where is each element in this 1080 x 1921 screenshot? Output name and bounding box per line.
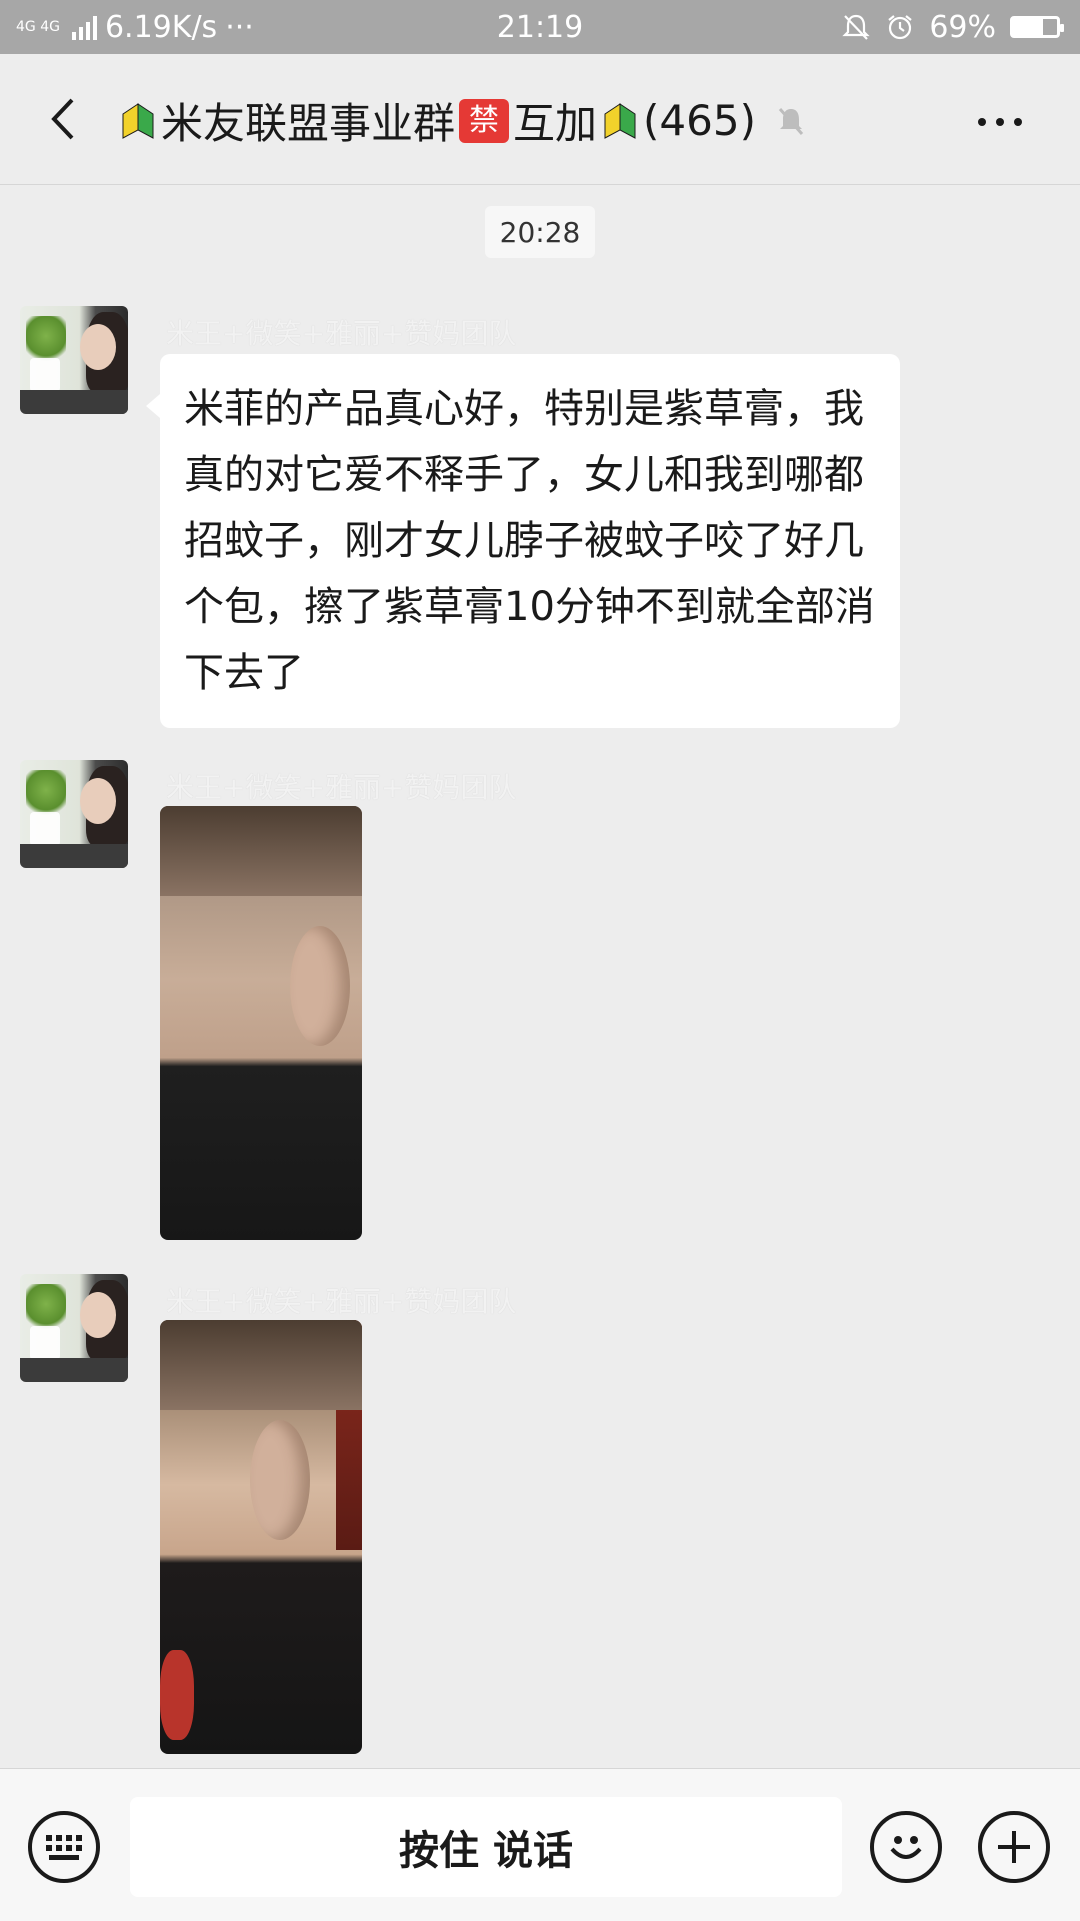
chat-header: 米友联盟事业群 禁 互加 (465) — [0, 54, 1080, 185]
more-button[interactable] — [960, 102, 1040, 142]
hold-to-talk-button[interactable]: 按住 说话 — [130, 1797, 842, 1897]
more-icon — [978, 118, 986, 126]
mute-icon — [774, 104, 808, 138]
battery-icon — [1010, 16, 1064, 38]
keyboard-icon — [46, 1834, 82, 1860]
sender-name: 米王+微笑+雅丽+赞妈团队 — [166, 317, 517, 350]
sender-name: 米王+微笑+雅丽+赞妈团队 — [166, 771, 517, 804]
avatar[interactable] — [20, 1274, 128, 1382]
status-left: 4G 4G 6.19K/s ··· — [16, 10, 254, 45]
emoji-icon — [890, 1836, 922, 1859]
beginner-badge-icon — [121, 100, 155, 142]
status-bar: 4G 4G 6.19K/s ··· 21:19 69% — [0, 0, 1080, 54]
avatar[interactable] — [20, 760, 128, 868]
battery-level — [1013, 19, 1044, 35]
back-button[interactable] — [28, 84, 98, 154]
status-right: 69% — [841, 9, 1064, 45]
alarm-icon — [888, 15, 912, 40]
member-count: (465) — [643, 96, 756, 145]
input-bar: 按住 说话 — [0, 1768, 1080, 1921]
plus-icon — [998, 1831, 1030, 1863]
avatar[interactable] — [20, 306, 128, 414]
network-type: 4G 4G — [16, 19, 60, 35]
group-name: 米友联盟事业群 — [161, 99, 456, 148]
mute-bell-icon — [842, 14, 870, 40]
back-icon — [51, 98, 74, 140]
beginner-badge-icon — [603, 100, 637, 142]
status-dots: ··· — [225, 9, 254, 45]
emoji-button[interactable] — [870, 1811, 942, 1883]
signal-icon — [71, 14, 97, 40]
keyboard-button[interactable] — [28, 1811, 100, 1883]
chat-timestamp: 20:28 — [485, 206, 595, 258]
group-name-suffix: 互加 — [513, 99, 598, 148]
message-bubble[interactable]: 米菲的产品真心好，特别是紫草膏，我真的对它爱不释手了，女儿和我到哪都招蚊子，刚才… — [146, 354, 900, 728]
battery-percent: 69% — [929, 9, 996, 45]
plus-button[interactable] — [978, 1811, 1050, 1883]
forbid-badge: 禁 — [459, 98, 510, 143]
network-speed: 6.19K/s — [104, 9, 218, 45]
message-image[interactable] — [160, 1320, 362, 1754]
chat-title[interactable]: 米友联盟事业群 禁 互加 (465) — [115, 90, 815, 151]
message-image[interactable] — [160, 806, 362, 1240]
sender-name: 米王+微笑+雅丽+赞妈团队 — [166, 1285, 517, 1318]
